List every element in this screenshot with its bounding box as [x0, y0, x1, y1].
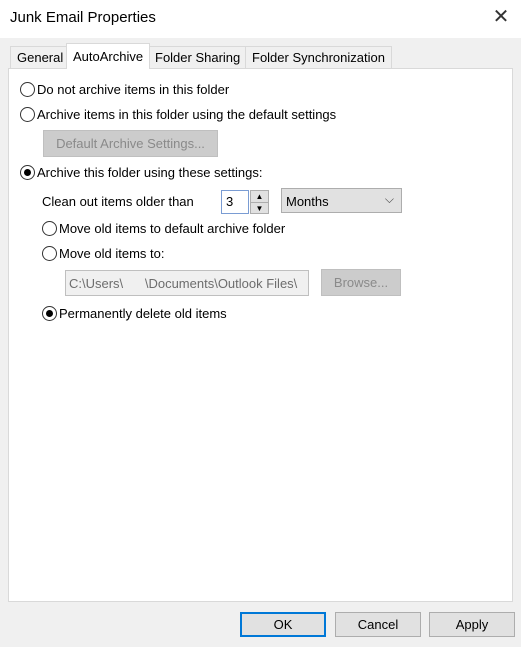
tab-folder-synchronization[interactable]: Folder Synchronization	[245, 46, 392, 68]
default-archive-settings-button[interactable]: Default Archive Settings...	[43, 130, 218, 157]
apply-button[interactable]: Apply	[429, 612, 515, 637]
tab-autoarchive[interactable]: AutoArchive	[66, 43, 151, 69]
radio-custom-archive[interactable]: Archive this folder using these settings…	[20, 165, 262, 180]
window-title: Junk Email Properties	[10, 9, 156, 26]
radio-no-archive[interactable]: Do not archive items in this folder	[20, 82, 229, 97]
radio-label: Permanently delete old items	[59, 306, 227, 321]
radio-label: Archive items in this folder using the d…	[37, 107, 337, 122]
radio-circle	[42, 246, 57, 261]
radio-move-default[interactable]: Move old items to default archive folder	[42, 221, 285, 236]
tab-folder-sharing[interactable]: Folder Sharing	[148, 46, 248, 68]
clean-out-label: Clean out items older than	[42, 194, 194, 209]
radio-label: Move old items to default archive folder	[59, 221, 286, 236]
radio-default-archive[interactable]: Archive items in this folder using the d…	[20, 107, 336, 122]
close-icon[interactable]: ✕	[488, 4, 514, 30]
radio-permanently-delete[interactable]: Permanently delete old items	[42, 306, 227, 321]
radio-circle	[20, 107, 35, 122]
up-arrow-icon[interactable]: ▲	[251, 191, 268, 202]
browse-button[interactable]: Browse...	[321, 269, 401, 296]
age-input[interactable]: 3	[221, 190, 249, 214]
unit-dropdown[interactable]: Months ⌵	[281, 188, 402, 213]
radio-label: Do not archive items in this folder	[37, 82, 230, 97]
archive-path-input[interactable]: C:\Users\ \Documents\Outlook Files\	[65, 270, 309, 296]
age-stepper[interactable]: ▲ ▼	[250, 190, 269, 214]
radio-label: Archive this folder using these settings…	[37, 165, 263, 180]
unit-value: Months	[286, 194, 329, 209]
radio-circle	[42, 306, 57, 321]
radio-circle	[20, 82, 35, 97]
chevron-down-icon: ⌵	[384, 192, 394, 206]
down-arrow-icon[interactable]: ▼	[251, 202, 268, 214]
cancel-button[interactable]: Cancel	[335, 612, 421, 637]
ok-button[interactable]: OK	[240, 612, 326, 637]
tab-general[interactable]: General	[10, 46, 71, 68]
radio-label: Move old items to:	[59, 246, 165, 261]
radio-circle	[42, 221, 57, 236]
radio-circle	[20, 165, 35, 180]
radio-move-to[interactable]: Move old items to:	[42, 246, 165, 261]
